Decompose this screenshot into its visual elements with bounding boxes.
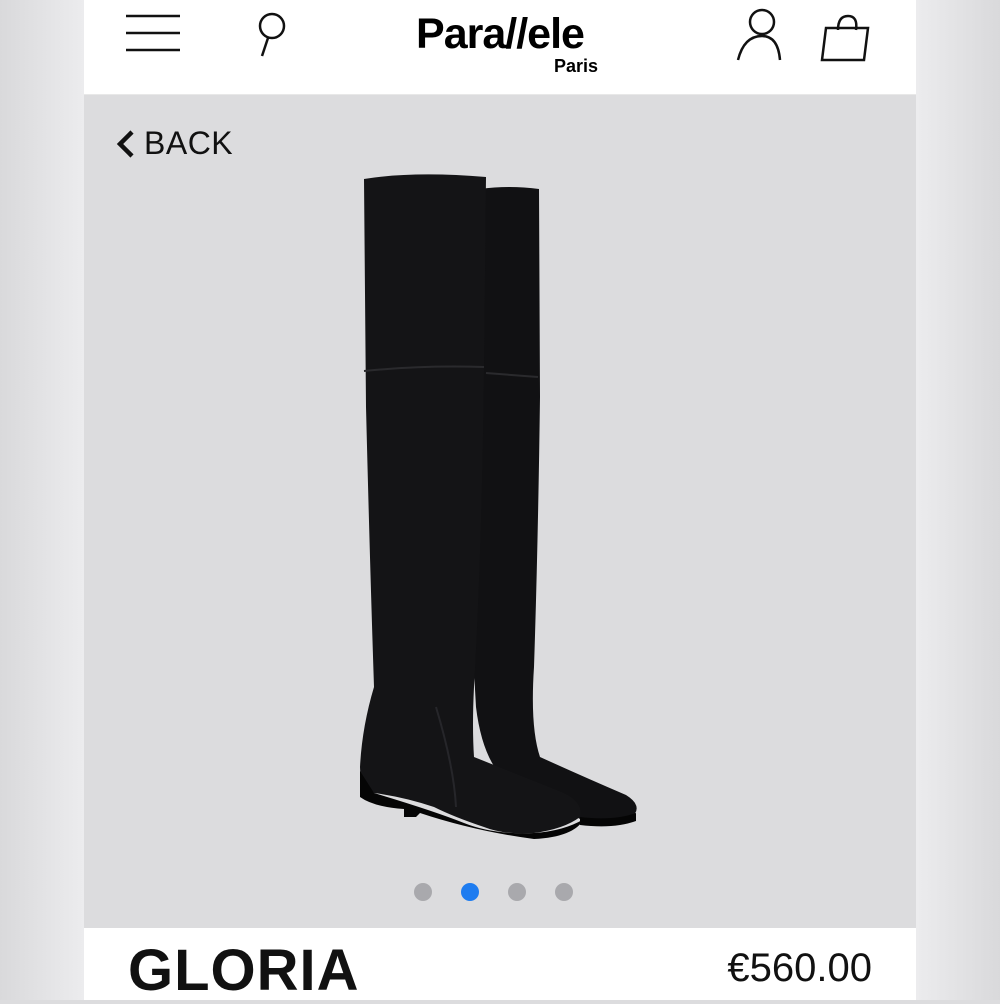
menu-button[interactable] (124, 12, 184, 56)
chevron-left-icon (116, 129, 134, 158)
account-button[interactable] (734, 6, 784, 64)
back-button[interactable]: BACK (116, 125, 233, 162)
carousel-dot-active[interactable] (461, 883, 479, 901)
product-info-bar: GLORIA €560.00 (84, 928, 916, 1003)
app-screen: Para//ele Paris BACK GLORIA €560.00 (84, 0, 916, 1003)
search-button[interactable] (252, 10, 292, 60)
top-header: Para//ele Paris (84, 0, 916, 95)
carousel-dots (414, 883, 573, 901)
carousel-dot[interactable] (555, 883, 573, 901)
brand-city: Paris (553, 56, 598, 76)
search-icon (258, 12, 286, 57)
product-price: €560.00 (727, 946, 872, 990)
right-backdrop (916, 0, 1000, 1000)
shopping-bag-icon (820, 14, 870, 62)
account-icon (736, 8, 782, 61)
product-gallery[interactable]: BACK (84, 95, 916, 927)
menu-icon (126, 14, 180, 52)
left-backdrop (0, 0, 84, 1000)
back-label: BACK (144, 125, 234, 161)
brand-logo[interactable]: Para//ele Paris (384, 8, 616, 78)
carousel-dot[interactable] (414, 883, 432, 901)
product-name: GLORIA (128, 938, 360, 1003)
product-image (360, 174, 637, 839)
cart-button[interactable] (818, 14, 874, 64)
carousel-dot[interactable] (508, 883, 526, 901)
brand-name: Para//ele (416, 10, 585, 58)
